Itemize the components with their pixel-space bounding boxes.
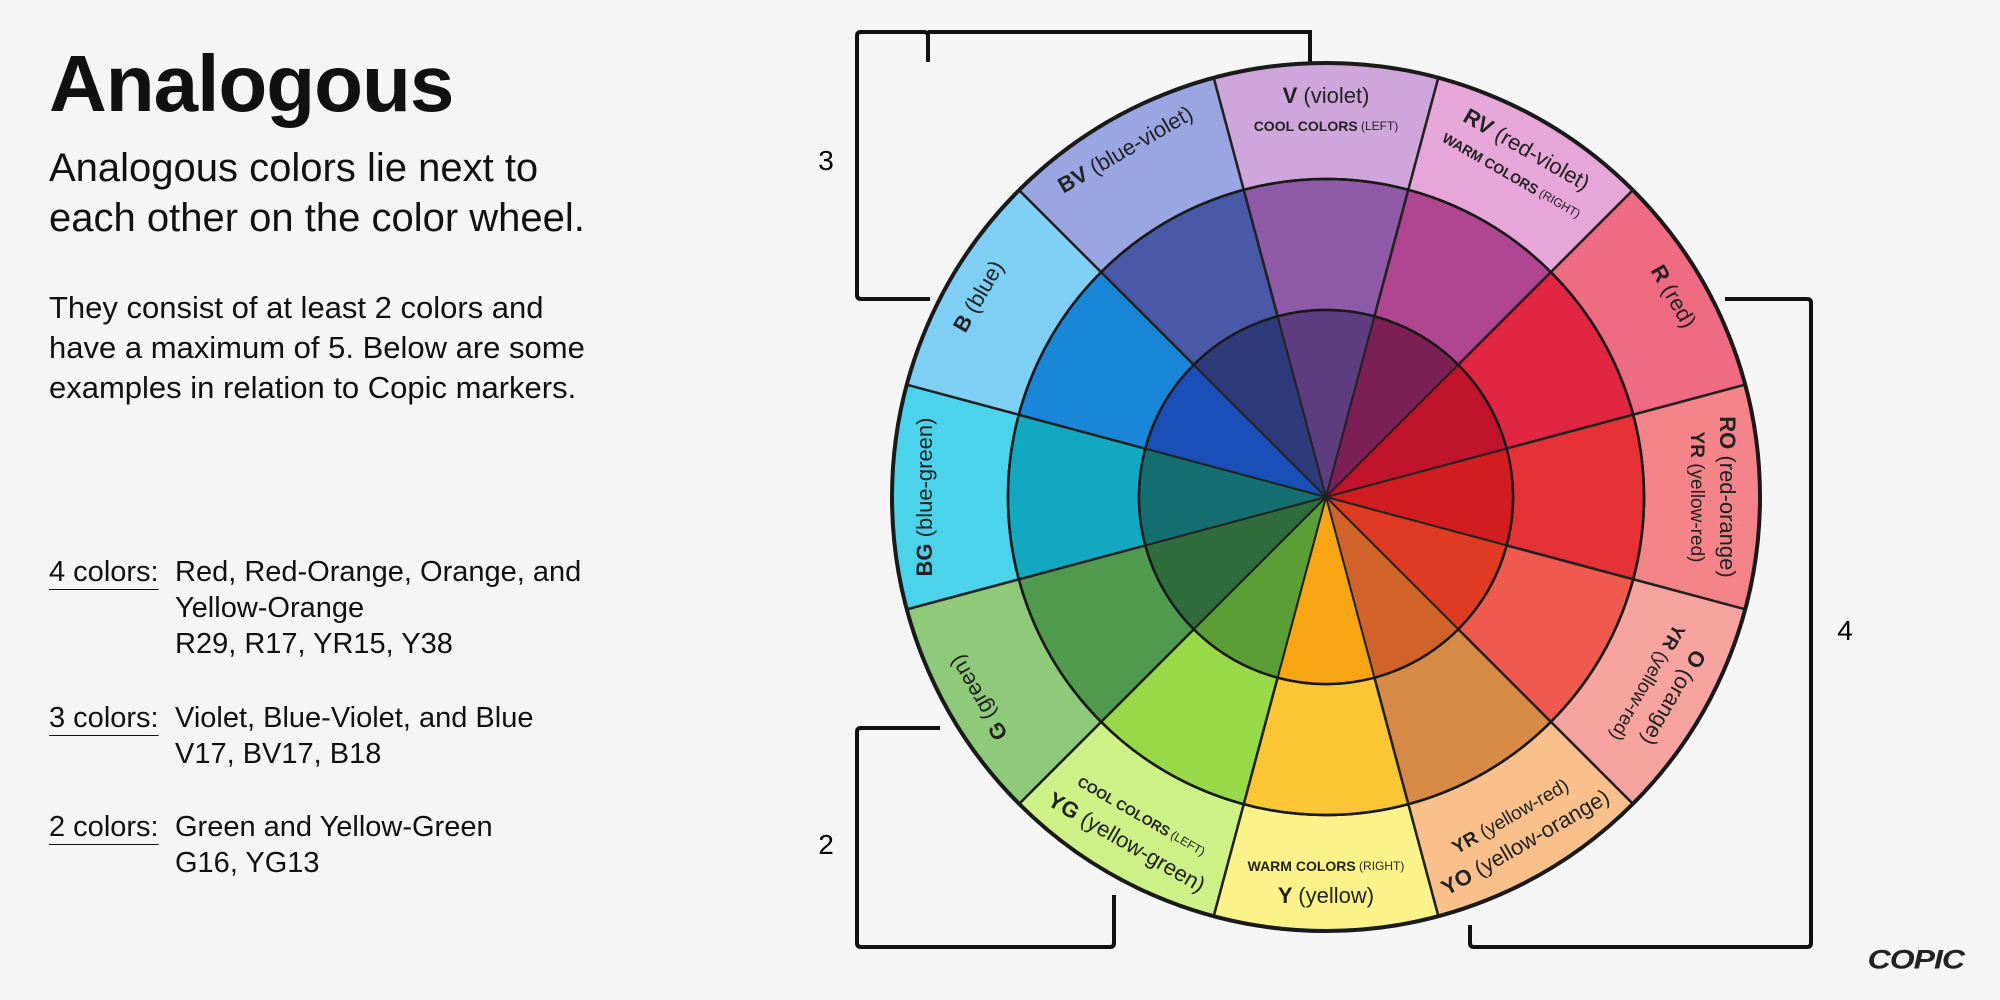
segment-name: (yellow) xyxy=(1298,883,1374,908)
bracket-label-2: 2 xyxy=(818,829,834,860)
segment-code: YR xyxy=(1686,432,1707,464)
segment-name: (violet) xyxy=(1303,83,1369,108)
wheel-segment-label: BG (blue-green) xyxy=(912,418,937,577)
bracket-label-4: 4 xyxy=(1837,615,1853,646)
wheel-note-label: WARM COLORS (RIGHT) xyxy=(1248,858,1405,874)
segment-name: (blue-green) xyxy=(912,418,937,538)
wheel-segment-label: V (violet) xyxy=(1283,83,1370,108)
wheel-note-label: COOL COLORS (LEFT) xyxy=(1254,118,1399,134)
note-side: (RIGHT) xyxy=(1356,859,1405,873)
segment-code: V xyxy=(1283,83,1304,108)
bracket-label-3: 3 xyxy=(818,145,834,176)
note-main: WARM COLORS xyxy=(1248,858,1356,874)
segment-name: (yellow-red) xyxy=(1686,463,1707,562)
wheel-segment-label: YR (yellow-red) xyxy=(1686,432,1707,563)
segment-code: RO xyxy=(1715,416,1740,455)
wheel-segment-label: Y (yellow) xyxy=(1278,883,1374,908)
segment-code: BG xyxy=(912,537,937,576)
note-side: (LEFT) xyxy=(1358,119,1399,133)
color-wheel-diagram: 3 4 2 V (violet)COOL COLORS (LEFT) RV (re… xyxy=(818,30,1853,949)
segment-code: Y xyxy=(1278,883,1298,908)
bracket-3-top xyxy=(928,30,1312,62)
wheel-segment-label: RO (red-orange) xyxy=(1715,416,1740,577)
bracket-3 xyxy=(855,30,930,301)
note-main: COOL COLORS xyxy=(1254,118,1358,134)
segment-name: (red-orange) xyxy=(1715,455,1740,577)
wheel: V (violet)COOL COLORS (LEFT) RV (red-viol… xyxy=(890,61,1762,933)
copic-logo: COPIC xyxy=(1867,943,1965,975)
